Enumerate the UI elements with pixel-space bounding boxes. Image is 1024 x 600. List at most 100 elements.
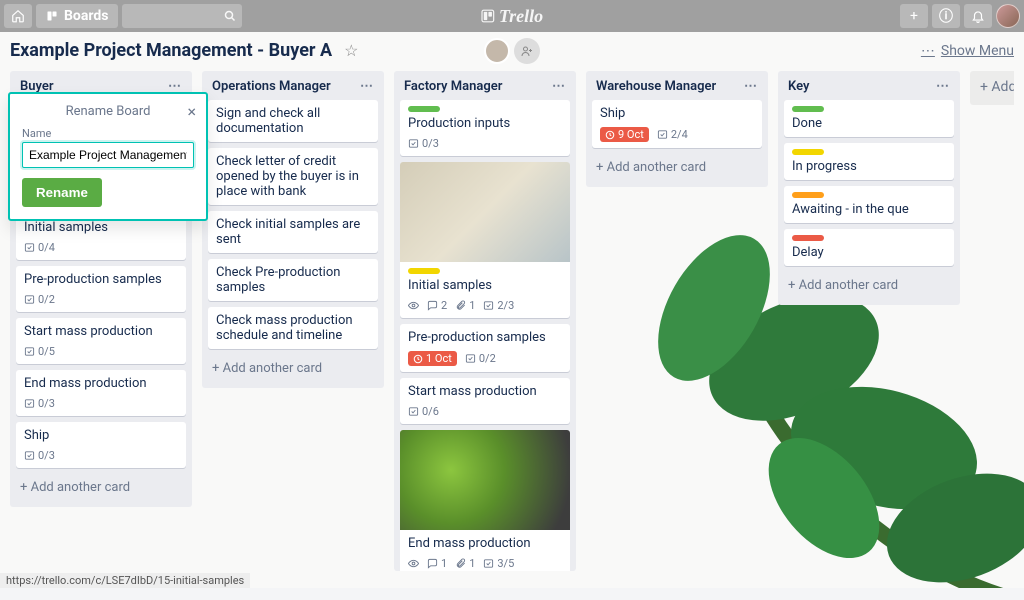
bell-icon: [971, 9, 985, 23]
checklist-badge: 0/4: [24, 241, 55, 254]
add-user-icon: [521, 45, 533, 57]
checklist-badge: 0/5: [24, 345, 55, 358]
home-icon: [11, 9, 25, 23]
card-badges: 9 Oct 2/4: [600, 127, 754, 142]
list-menu-button[interactable]: ⋯: [360, 79, 374, 94]
checklist-badge: 3/5: [483, 557, 514, 570]
info-button[interactable]: ⓘ: [932, 4, 960, 28]
card[interactable]: Start mass production 0/6: [400, 378, 570, 424]
checklist-badge: 0/3: [24, 449, 55, 462]
list-menu-button[interactable]: ⋯: [552, 79, 566, 94]
board-name-input[interactable]: [22, 142, 194, 168]
card[interactable]: Start mass production 0/5: [16, 318, 186, 364]
card-cover-image: [400, 430, 570, 530]
card[interactable]: Done: [784, 100, 954, 137]
home-button[interactable]: [4, 4, 32, 28]
card[interactable]: Production inputs 0/3: [400, 100, 570, 156]
card-badges: 0/3: [408, 137, 562, 150]
card[interactable]: Ship 9 Oct 2/4: [592, 100, 762, 148]
card[interactable]: Awaiting - in the que: [784, 186, 954, 223]
star-button[interactable]: ☆: [344, 41, 358, 60]
board-members: [484, 38, 540, 64]
create-button[interactable]: +: [900, 4, 928, 28]
add-card-button[interactable]: + Add another card: [784, 272, 954, 299]
card-title: Check mass production schedule and timel…: [216, 313, 370, 343]
card-label: [792, 106, 824, 112]
card-badges: 0/3: [24, 449, 178, 462]
card[interactable]: Check initial samples are sent: [208, 211, 378, 253]
card[interactable]: Check letter of credit opened by the buy…: [208, 148, 378, 205]
logo: Trello: [481, 6, 543, 27]
card-title: Initial samples: [408, 278, 562, 293]
card-badges: 0/4: [24, 241, 178, 254]
add-card-button[interactable]: + Add another card: [208, 355, 378, 382]
card-label: [408, 106, 440, 112]
due-date-badge: 1 Oct: [408, 351, 457, 366]
add-card-button[interactable]: + Add another card: [592, 154, 762, 181]
boards-icon: [46, 10, 58, 22]
card[interactable]: Ship 0/3: [16, 422, 186, 468]
search-input[interactable]: [122, 4, 242, 28]
card-title: Start mass production: [408, 384, 562, 399]
card-title: End mass production: [408, 536, 562, 551]
add-card-button[interactable]: + Add another card: [16, 474, 186, 501]
card[interactable]: Sign and check all documentation: [208, 100, 378, 142]
checklist-badge: 2/3: [483, 299, 514, 312]
add-member-button[interactable]: [514, 38, 540, 64]
card-label: [408, 268, 440, 274]
card-badges: 1 Oct 0/2: [408, 351, 562, 366]
list-title[interactable]: Warehouse Manager: [596, 79, 716, 94]
card[interactable]: Pre-production samples 0/2: [16, 266, 186, 312]
member-avatar[interactable]: [484, 38, 510, 64]
attachments-badge: 1: [455, 299, 475, 312]
close-icon[interactable]: ×: [187, 102, 196, 121]
user-avatar[interactable]: [996, 4, 1020, 28]
card-title: Pre-production samples: [408, 330, 562, 345]
card[interactable]: End mass production 1 1 3/5: [400, 430, 570, 571]
card-title: Initial samples: [24, 220, 178, 235]
checklist-badge: 0/2: [465, 352, 496, 365]
card[interactable]: End mass production 0/3: [16, 370, 186, 416]
due-date-badge: 9 Oct: [600, 127, 649, 142]
list: Warehouse Manager ⋯ Ship 9 Oct 2/4 + Add …: [586, 71, 768, 187]
board: Example Project Management - Buyer A ☆ ⋯…: [0, 32, 1024, 588]
card-title: Sign and check all documentation: [216, 106, 370, 136]
card-title: Check letter of credit opened by the buy…: [216, 154, 370, 199]
notifications-button[interactable]: [964, 4, 992, 28]
list-menu-button[interactable]: ⋯: [744, 79, 758, 94]
card-badges: 1 1 3/5: [408, 557, 562, 570]
boards-label: Boards: [64, 8, 108, 24]
list-menu-button[interactable]: ⋯: [936, 79, 950, 94]
add-list-button[interactable]: + Add an...: [970, 71, 1014, 105]
list: Factory Manager ⋯ Production inputs 0/3 I…: [394, 71, 576, 571]
card[interactable]: Pre-production samples 1 Oct 0/2: [400, 324, 570, 372]
search-icon: [224, 10, 236, 22]
list-title[interactable]: Key: [788, 79, 809, 94]
watch-badge: [408, 300, 419, 311]
card-title: Check Pre-production samples: [216, 265, 370, 295]
card-label: [792, 192, 824, 198]
card[interactable]: In progress: [784, 143, 954, 180]
card[interactable]: Initial samples 2 1 2/3: [400, 162, 570, 318]
show-menu-button[interactable]: ⋯ Show Menu: [921, 43, 1014, 59]
popover-title: Rename Board: [66, 104, 151, 119]
card[interactable]: Check Pre-production samples: [208, 259, 378, 301]
ellipsis-icon: ⋯: [921, 43, 935, 59]
card-badges: 0/6: [408, 405, 562, 418]
card-badges: 0/3: [24, 397, 178, 410]
plus-icon: +: [910, 8, 918, 24]
list-title[interactable]: Factory Manager: [404, 79, 502, 94]
card[interactable]: Delay: [784, 229, 954, 266]
list-title[interactable]: Operations Manager: [212, 79, 331, 94]
list: Key ⋯ Done In progress Awaiting - in the q…: [778, 71, 960, 305]
board-title[interactable]: Example Project Management - Buyer A: [10, 40, 332, 61]
card-title: In progress: [792, 159, 946, 174]
card-badges: 0/2: [24, 293, 178, 306]
card-badges: 2 1 2/3: [408, 299, 562, 312]
boards-button[interactable]: Boards: [36, 4, 118, 28]
checklist-badge: 2/4: [657, 128, 688, 141]
rename-button[interactable]: Rename: [22, 178, 102, 207]
card[interactable]: Check mass production schedule and timel…: [208, 307, 378, 349]
attachments-badge: 1: [455, 557, 475, 570]
trello-logo-icon: [481, 9, 495, 23]
